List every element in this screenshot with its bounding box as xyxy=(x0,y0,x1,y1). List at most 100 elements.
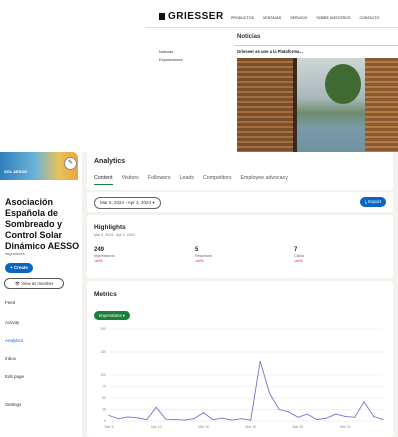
data-point[interactable] xyxy=(325,417,327,419)
data-point[interactable] xyxy=(297,416,299,418)
data-point[interactable] xyxy=(117,418,119,420)
highlight-metric: 7 Clicks -xx% xyxy=(294,247,304,264)
site-left-link[interactable]: Exposiciones xyxy=(159,56,183,64)
data-point[interactable] xyxy=(184,419,186,421)
data-point[interactable] xyxy=(108,414,110,416)
impressions-line-chart: 0 25 50 75 100 150 200 Mar 5 Mar 10 Mar 15 Mar 20 M… xyxy=(100,327,384,429)
date-range-dropdown[interactable]: Mar 5, 2024 - Apr 3, 2024 ▾ xyxy=(94,197,161,209)
highlight-metric: 5 Reactions -xx% xyxy=(195,247,212,264)
analytics-header-card: Analytics Content Visitors Followers Lea… xyxy=(87,152,393,190)
data-point[interactable] xyxy=(231,419,233,421)
data-point[interactable] xyxy=(373,415,375,417)
metric-value: 5 xyxy=(195,247,199,253)
sidebar-item-analytics[interactable]: Analytics xyxy=(5,338,23,343)
photo-window-frame xyxy=(293,58,297,158)
metrics-title: Metrics xyxy=(94,291,117,298)
data-point[interactable] xyxy=(146,419,148,421)
view-as-member-label: View as member xyxy=(21,281,54,286)
x-tick-label: Mar 10 xyxy=(151,425,162,429)
chevron-down-icon: ▾ xyxy=(122,313,125,318)
org-name-line: Española de xyxy=(5,208,59,218)
site-nav-item[interactable]: SERVICIO xyxy=(290,16,307,20)
metric-select-label: Impressions xyxy=(99,313,122,318)
x-tick-label: Mar 20 xyxy=(245,425,256,429)
site-nav-item[interactable]: SOBRE NOSOTROS xyxy=(316,16,350,20)
y-tick-label: 25 xyxy=(102,408,106,412)
data-point[interactable] xyxy=(165,418,167,420)
org-name-line: Sombreado y xyxy=(5,219,63,229)
data-point[interactable] xyxy=(174,419,176,421)
create-button[interactable]: + Create xyxy=(5,263,33,273)
view-as-member-button[interactable]: 👁 View as member xyxy=(4,278,64,289)
y-tick-label: 50 xyxy=(102,396,106,400)
eye-icon: 👁 xyxy=(14,281,21,286)
site-nav-item[interactable]: VENTAJAS xyxy=(263,16,281,20)
metric-change: -xx% xyxy=(195,259,204,263)
data-point[interactable] xyxy=(250,419,252,421)
data-point[interactable] xyxy=(127,416,129,418)
data-point[interactable] xyxy=(335,413,337,415)
highlights-card: Highlights Mar 5, 2024 - Apr 3, 2024 249… xyxy=(87,215,393,278)
data-point[interactable] xyxy=(269,392,271,394)
data-point[interactable] xyxy=(306,413,308,415)
highlights-subtitle: Mar 5, 2024 - Apr 3, 2024 xyxy=(94,233,135,237)
page-title: Analytics xyxy=(94,158,126,165)
followers-count: seguidores xyxy=(5,251,25,256)
org-name-line: Control Solar xyxy=(5,230,63,240)
data-point[interactable] xyxy=(155,406,157,408)
tab-leads[interactable]: Leads xyxy=(180,175,194,185)
sidebar-item-inbox[interactable]: Inbox xyxy=(5,356,16,361)
site-logo-text: GRIESSER xyxy=(168,11,224,22)
data-point[interactable] xyxy=(278,409,280,410)
site-nav: PRODUCTOS VENTAJAS SERVICIO SOBRE NOSOTR… xyxy=(231,16,379,20)
data-point[interactable] xyxy=(382,419,384,421)
filter-card: Mar 5, 2024 - Apr 3, 2024 ▾ ⤓ Export xyxy=(87,192,393,212)
site-nav-item[interactable]: CONTACTO xyxy=(359,16,379,20)
logo-mark-icon xyxy=(159,13,165,20)
photo-shutter-left xyxy=(237,58,295,158)
cover-text: SOL AESSO xyxy=(4,169,28,174)
data-point[interactable] xyxy=(212,419,214,421)
pencil-icon[interactable]: ✎ xyxy=(64,157,77,170)
metrics-card: Metrics Impressions ▾ 0 25 50 75 100 150 200 Ma… xyxy=(87,281,393,437)
data-point[interactable] xyxy=(221,417,223,419)
tab-content[interactable]: Content xyxy=(94,175,113,185)
tab-visitors[interactable]: Visitors xyxy=(122,175,139,185)
company-sidebar: SOL AESSO xyxy=(0,152,82,437)
sidebar-item-activity[interactable]: Activity xyxy=(5,320,19,325)
metric-change: -xx% xyxy=(94,259,103,263)
x-tick-label: Mar 15 xyxy=(198,425,209,429)
data-point[interactable] xyxy=(316,419,318,421)
date-range-label: Mar 5, 2024 - Apr 3, 2024 xyxy=(100,200,152,205)
data-point[interactable] xyxy=(193,418,195,420)
site-logo[interactable]: GRIESSER xyxy=(159,11,224,22)
news-headline[interactable]: Griesser se une a la Plataforma... xyxy=(237,49,303,54)
divider xyxy=(145,27,398,28)
tab-employee-advocacy[interactable]: Employee advocacy xyxy=(241,175,288,185)
data-point[interactable] xyxy=(136,417,138,419)
analytics-tabs: Content Visitors Followers Leads Competi… xyxy=(94,175,288,185)
data-point[interactable] xyxy=(363,401,365,403)
metric-change: -xx% xyxy=(294,259,303,263)
news-photo xyxy=(237,58,398,158)
sidebar-item-edit-page[interactable]: Edit page xyxy=(5,374,24,379)
metric-select-dropdown[interactable]: Impressions ▾ xyxy=(94,311,130,320)
y-tick-label: 100 xyxy=(100,373,106,377)
data-point[interactable] xyxy=(240,418,242,420)
data-point[interactable] xyxy=(288,411,290,413)
data-point[interactable] xyxy=(202,412,204,414)
tab-competitors[interactable]: Competitors xyxy=(203,175,232,185)
site-left-link[interactable]: Noticias xyxy=(159,48,183,56)
data-point[interactable] xyxy=(344,415,346,417)
series-line xyxy=(108,361,384,421)
tab-followers[interactable]: Followers xyxy=(148,175,171,185)
y-tick-label: 200 xyxy=(100,327,106,331)
data-point[interactable] xyxy=(354,416,356,418)
y-tick-label: 75 xyxy=(102,385,106,389)
sidebar-item-feed[interactable]: Feed xyxy=(5,300,15,305)
site-nav-item[interactable]: PRODUCTOS xyxy=(231,16,254,20)
data-point[interactable] xyxy=(259,360,261,362)
chevron-down-icon: ▾ xyxy=(152,200,155,205)
export-button[interactable]: ⤓ Export xyxy=(360,197,386,207)
sidebar-item-settings[interactable]: Settings xyxy=(5,402,21,407)
